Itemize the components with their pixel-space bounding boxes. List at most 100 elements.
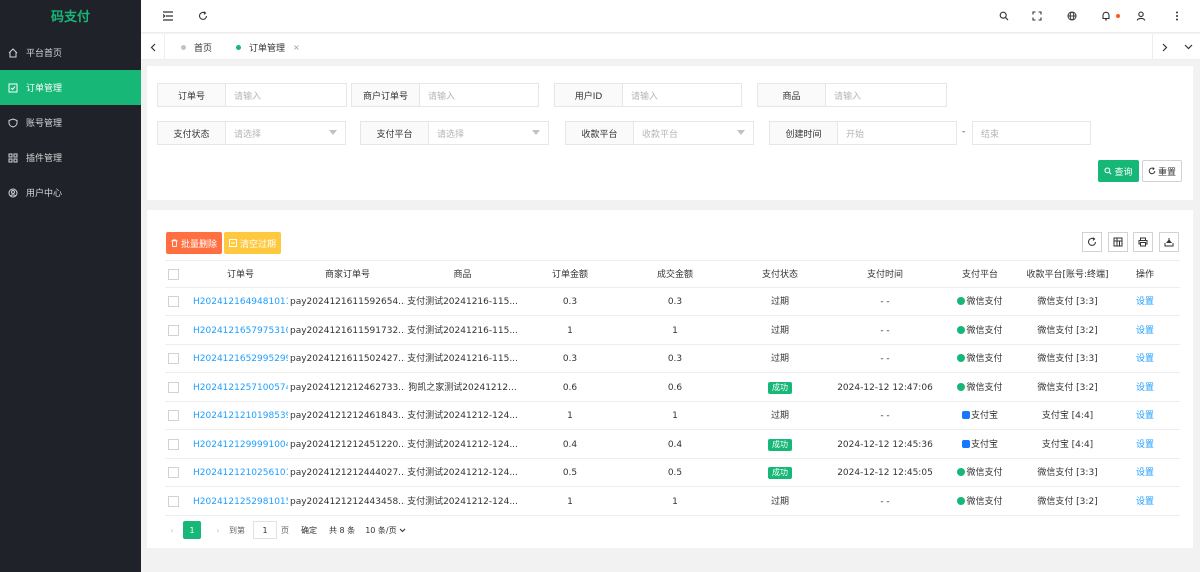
settings-link[interactable]: 设置 [1115,317,1175,345]
tab-dropdown-icon[interactable] [1176,34,1200,60]
reset-button[interactable]: 重置 [1142,160,1182,182]
collect-platform-select[interactable]: 收款平台 [634,122,753,144]
more-vertical-icon[interactable] [1171,10,1183,22]
settings-link[interactable]: 设置 [1115,374,1175,402]
sidebar-item-orders[interactable]: 订单管理 [0,70,141,105]
status-cell: 成功 [730,431,830,459]
goto-confirm-button[interactable]: 确定 [301,521,317,539]
row-checkbox[interactable] [168,353,179,364]
settings-link[interactable]: 设置 [1115,288,1175,316]
order-no-cell[interactable]: H2024121299991004 [193,431,288,459]
row-checkbox[interactable] [168,410,179,421]
amount-cell: 0.4 [562,439,578,450]
goods-input[interactable]: 请输入 [826,84,946,106]
row-checkbox[interactable] [168,467,179,478]
globe-icon[interactable] [1066,10,1078,22]
export-icon[interactable] [1159,232,1179,252]
merchant-order-no-input[interactable]: 请输入 [420,84,538,106]
order-no-cell[interactable]: H2024121657975310 [193,317,288,345]
column-header: 支付状态 [761,270,798,280]
amount-cell: 1 [567,411,573,421]
create-time-end-input[interactable]: 结束 [973,122,1090,144]
sidebar-item-home[interactable]: 平台首页 [0,35,141,70]
search-icon[interactable] [998,10,1010,22]
pay-time-cell: 2024-12-12 12:45:05 [837,468,933,478]
sidebar-item-plugins[interactable]: 插件管理 [0,140,141,175]
row-checkbox[interactable] [168,438,179,450]
field-label: 用户ID [555,84,623,106]
prev-page-button[interactable]: ‹ [165,521,179,539]
next-page-button[interactable]: › [211,521,225,539]
menu-collapse-icon[interactable] [162,10,174,22]
row-checkbox[interactable] [168,324,179,336]
platform-label: 微信支付 [966,354,1003,364]
settings-link[interactable]: 设置 [1115,431,1175,459]
sidebar-item-label: 用户中心 [26,189,63,199]
pay-status-select[interactable]: 请选择 [226,122,345,144]
collect-platform-cell: 微信支付 [3:2] [1037,382,1098,393]
merchant-no-cell: pay2024121611591732... [290,325,405,336]
create-time-start-input[interactable]: 开始 [838,122,956,144]
bell-icon[interactable] [1100,10,1112,22]
page-button-current[interactable]: 1 [183,521,201,539]
tab-orders[interactable]: 订单管理 × [236,34,300,60]
pay-time-cell: - - [880,325,890,336]
pay-platform-select[interactable]: 请选择 [429,122,548,144]
refresh-icon[interactable] [197,10,209,22]
order-no-input[interactable]: 请输入 [226,84,346,106]
platform-label: 微信支付 [966,325,1003,336]
wechat-pay-icon [957,382,966,391]
page-size-select[interactable]: 10 条/页 [365,521,405,539]
settings-link[interactable]: 设置 [1115,402,1175,430]
batch-delete-button[interactable]: 批量删除 [166,232,222,254]
order-no-cell[interactable]: H2024121649481011 [193,288,288,316]
clear-icon [228,239,237,247]
settings-link[interactable]: 设置 [1115,345,1175,373]
row-checkbox[interactable] [168,381,179,393]
status-cell: 过期 [770,354,789,364]
platform-cell: 微信支付 [940,374,1020,402]
merchant-no-cell: pay2024121212462733... [290,382,405,393]
settings-link[interactable]: 设置 [1115,459,1175,487]
order-no-cell[interactable]: H2024121652995299 [193,345,288,373]
table-refresh-icon[interactable] [1082,232,1102,252]
tab-scroll-left-icon[interactable] [141,34,165,60]
plugin-icon [8,153,18,163]
select-all-checkbox[interactable] [168,269,179,280]
button-label: 重置 [1157,167,1176,178]
order-no-cell[interactable]: H2024121252981015 [193,488,288,516]
print-icon[interactable] [1133,232,1153,252]
row-checkbox[interactable] [168,495,179,507]
tab-home[interactable]: 首页 [181,34,212,60]
fullscreen-icon[interactable] [1031,10,1043,22]
status-cell: 过期 [770,496,789,507]
account-icon[interactable] [1135,10,1147,22]
field-label: 收款平台 [566,122,634,144]
order-no-cell[interactable]: H2024121210198539 [193,402,288,430]
row-checkbox[interactable] [168,296,179,307]
columns-filter-icon[interactable] [1108,232,1128,252]
tab-scroll-right-icon[interactable] [1152,34,1176,60]
select-placeholder: 请选择 [437,129,465,140]
button-label: 查询 [1114,167,1133,178]
wechat-pay-icon [957,297,966,305]
status-cell: 成功 [730,459,830,487]
create-time-start-field: 创建时间 开始 [769,121,957,145]
column-header: 支付时间 [866,270,903,280]
platform-cell: 微信支付 [940,345,1020,373]
order-no-cell[interactable]: H2024121257100574 [193,374,288,402]
sidebar-item-user-center[interactable]: 用户中心 [0,175,141,210]
top-header [141,0,1200,33]
sidebar-item-accounts[interactable]: 账号管理 [0,105,141,140]
settings-link[interactable]: 设置 [1115,488,1175,516]
goto-page-input[interactable]: 1 [253,521,277,539]
collect-platform-cell: 微信支付 [3:2] [1037,325,1098,336]
user-id-input[interactable]: 请输入 [623,84,741,106]
select-placeholder: 请选择 [234,129,262,140]
platform-cell: 微信支付 [940,488,1020,516]
query-button[interactable]: 查询 [1098,160,1139,182]
tab-close-icon[interactable]: × [293,43,300,52]
clear-expired-button[interactable]: 清空过期 [224,232,281,254]
pay-time-cell: 2024-12-12 12:45:36 [837,439,933,450]
order-no-cell[interactable]: H2024121210256101 [193,459,288,487]
